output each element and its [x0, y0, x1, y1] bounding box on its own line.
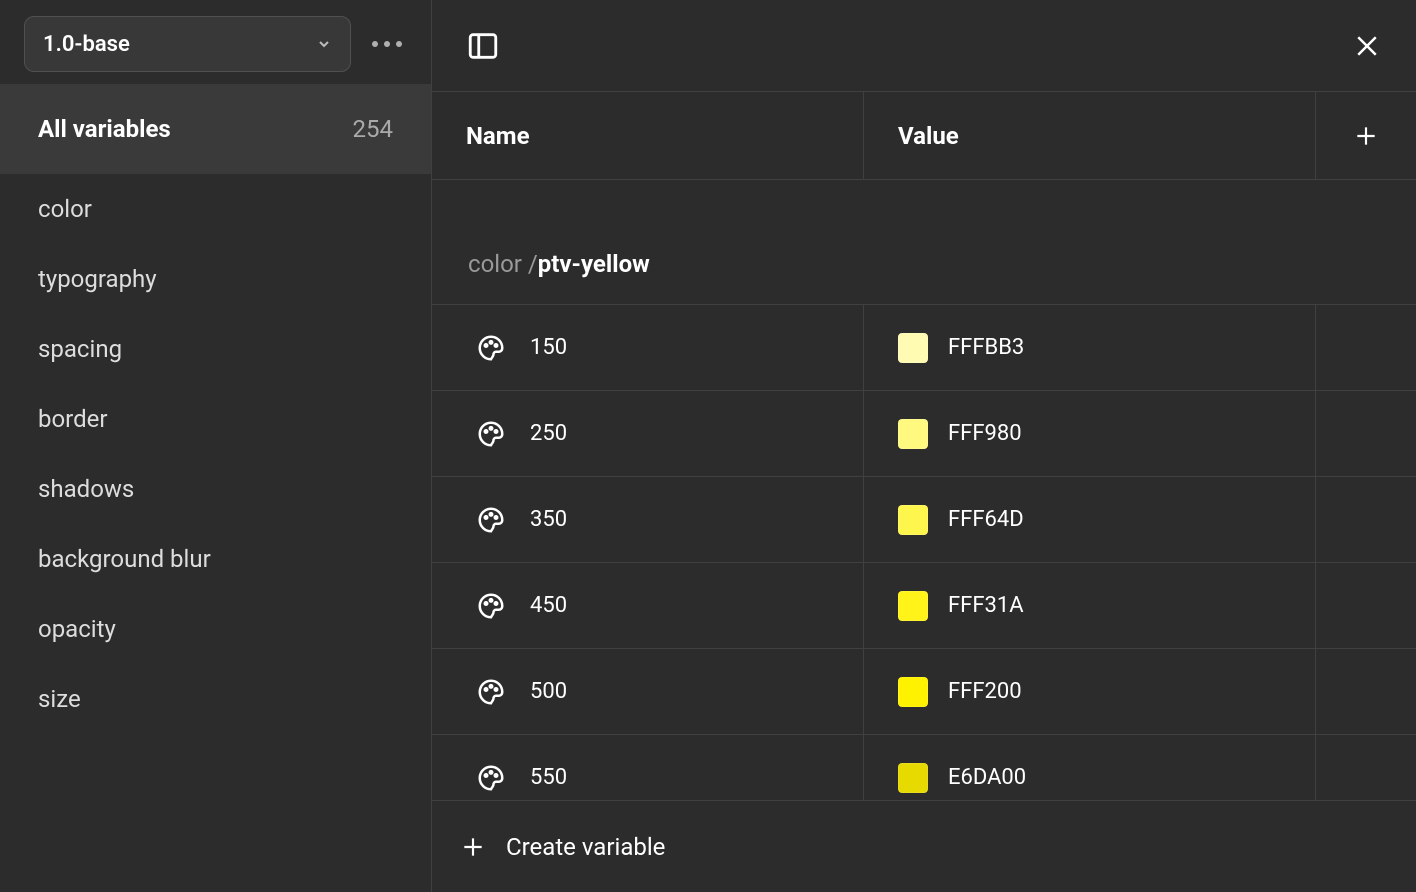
columns-header: Name Value — [432, 92, 1416, 180]
color-swatch — [898, 419, 928, 449]
variable-name-cell[interactable]: 150 — [432, 305, 864, 390]
more-button[interactable] — [367, 24, 407, 64]
sidebar: 1.0-base All variables 254 color typograp… — [0, 0, 432, 892]
group-label: background blur — [38, 545, 211, 573]
color-swatch — [898, 505, 928, 535]
group-label: color — [38, 195, 92, 223]
palette-icon — [476, 505, 506, 535]
variable-group-header: color / ptv-yellow — [432, 180, 1416, 304]
group-item[interactable]: size — [0, 664, 431, 734]
column-header-name: Name — [432, 92, 864, 179]
create-variable-label: Create variable — [506, 833, 665, 861]
table-row: 550 E6DA00 — [432, 734, 1416, 800]
group-list: color typography spacing border shadows backg… — [0, 174, 431, 734]
row-end — [1316, 563, 1416, 648]
variable-value-cell[interactable]: E6DA00 — [864, 735, 1316, 800]
variable-name: 450 — [530, 593, 567, 618]
variable-value-cell[interactable]: FFF980 — [864, 391, 1316, 476]
variable-value: FFF64D — [948, 507, 1024, 532]
table-row: 450 FFF31A — [432, 562, 1416, 648]
variable-name: 500 — [530, 679, 567, 704]
group-label: typography — [38, 265, 157, 293]
sidebar-header: 1.0-base — [0, 0, 431, 84]
main-panel: Name Value color / ptv-yellow 150 FFFBB3 2… — [432, 0, 1416, 892]
variable-value: FFF200 — [948, 679, 1022, 704]
variable-name-cell[interactable]: 500 — [432, 649, 864, 734]
collection-name: 1.0-base — [43, 32, 130, 57]
table-row: 150 FFFBB3 — [432, 304, 1416, 390]
variable-name: 150 — [530, 335, 567, 360]
variable-name-cell[interactable]: 550 — [432, 735, 864, 800]
table-row: 350 FFF64D — [432, 476, 1416, 562]
color-swatch — [898, 333, 928, 363]
group-item[interactable]: spacing — [0, 314, 431, 384]
palette-icon — [476, 763, 506, 793]
column-header-value: Value — [864, 92, 1316, 179]
palette-icon — [476, 677, 506, 707]
group-item[interactable]: typography — [0, 244, 431, 314]
row-end — [1316, 305, 1416, 390]
palette-icon — [476, 419, 506, 449]
chevron-down-icon — [316, 36, 332, 52]
group-item[interactable]: color — [0, 174, 431, 244]
main-toolbar — [432, 0, 1416, 92]
color-swatch — [898, 591, 928, 621]
variable-name-cell[interactable]: 450 — [432, 563, 864, 648]
row-end — [1316, 391, 1416, 476]
palette-icon — [476, 591, 506, 621]
group-label: All variables — [38, 115, 171, 143]
table-row: 250 FFF980 — [432, 390, 1416, 476]
group-label: shadows — [38, 475, 134, 503]
variable-value-cell[interactable]: FFFBB3 — [864, 305, 1316, 390]
variable-value-cell[interactable]: FFF31A — [864, 563, 1316, 648]
variable-name: 550 — [530, 765, 567, 790]
variable-value-cell[interactable]: FFF200 — [864, 649, 1316, 734]
row-end — [1316, 477, 1416, 562]
group-prefix: color / — [468, 250, 538, 278]
variable-rows: 150 FFFBB3 250 FFF980 350 FFF64D 450 FFF31A 500 F… — [432, 304, 1416, 800]
variable-name-cell[interactable]: 350 — [432, 477, 864, 562]
group-item[interactable]: opacity — [0, 594, 431, 664]
row-end — [1316, 735, 1416, 800]
plus-icon — [1353, 123, 1379, 149]
row-end — [1316, 649, 1416, 734]
group-label: opacity — [38, 615, 116, 643]
table-row: 500 FFF200 — [432, 648, 1416, 734]
color-swatch — [898, 677, 928, 707]
group-name: ptv-yellow — [538, 250, 650, 278]
add-mode-button[interactable] — [1316, 92, 1416, 179]
group-label: spacing — [38, 335, 122, 363]
group-item-all[interactable]: All variables 254 — [0, 84, 431, 174]
variable-value-cell[interactable]: FFF64D — [864, 477, 1316, 562]
group-item[interactable]: border — [0, 384, 431, 454]
palette-icon — [476, 333, 506, 363]
variable-value: FFF980 — [948, 421, 1022, 446]
variable-name-cell[interactable]: 250 — [432, 391, 864, 476]
group-label: size — [38, 685, 81, 713]
sidebar-toggle-icon[interactable] — [466, 29, 500, 63]
variable-name: 350 — [530, 507, 567, 532]
group-item[interactable]: background blur — [0, 524, 431, 594]
close-icon[interactable] — [1352, 31, 1382, 61]
create-variable-button[interactable]: Create variable — [432, 800, 1416, 892]
collection-dropdown[interactable]: 1.0-base — [24, 16, 351, 72]
group-count: 254 — [353, 115, 393, 143]
variable-value: FFFBB3 — [948, 335, 1024, 360]
color-swatch — [898, 763, 928, 793]
variable-value: E6DA00 — [948, 765, 1026, 790]
plus-icon — [460, 834, 486, 860]
group-label: border — [38, 405, 107, 433]
ellipsis-icon — [372, 41, 402, 47]
variable-name: 250 — [530, 421, 567, 446]
variable-value: FFF31A — [948, 593, 1024, 618]
group-item[interactable]: shadows — [0, 454, 431, 524]
